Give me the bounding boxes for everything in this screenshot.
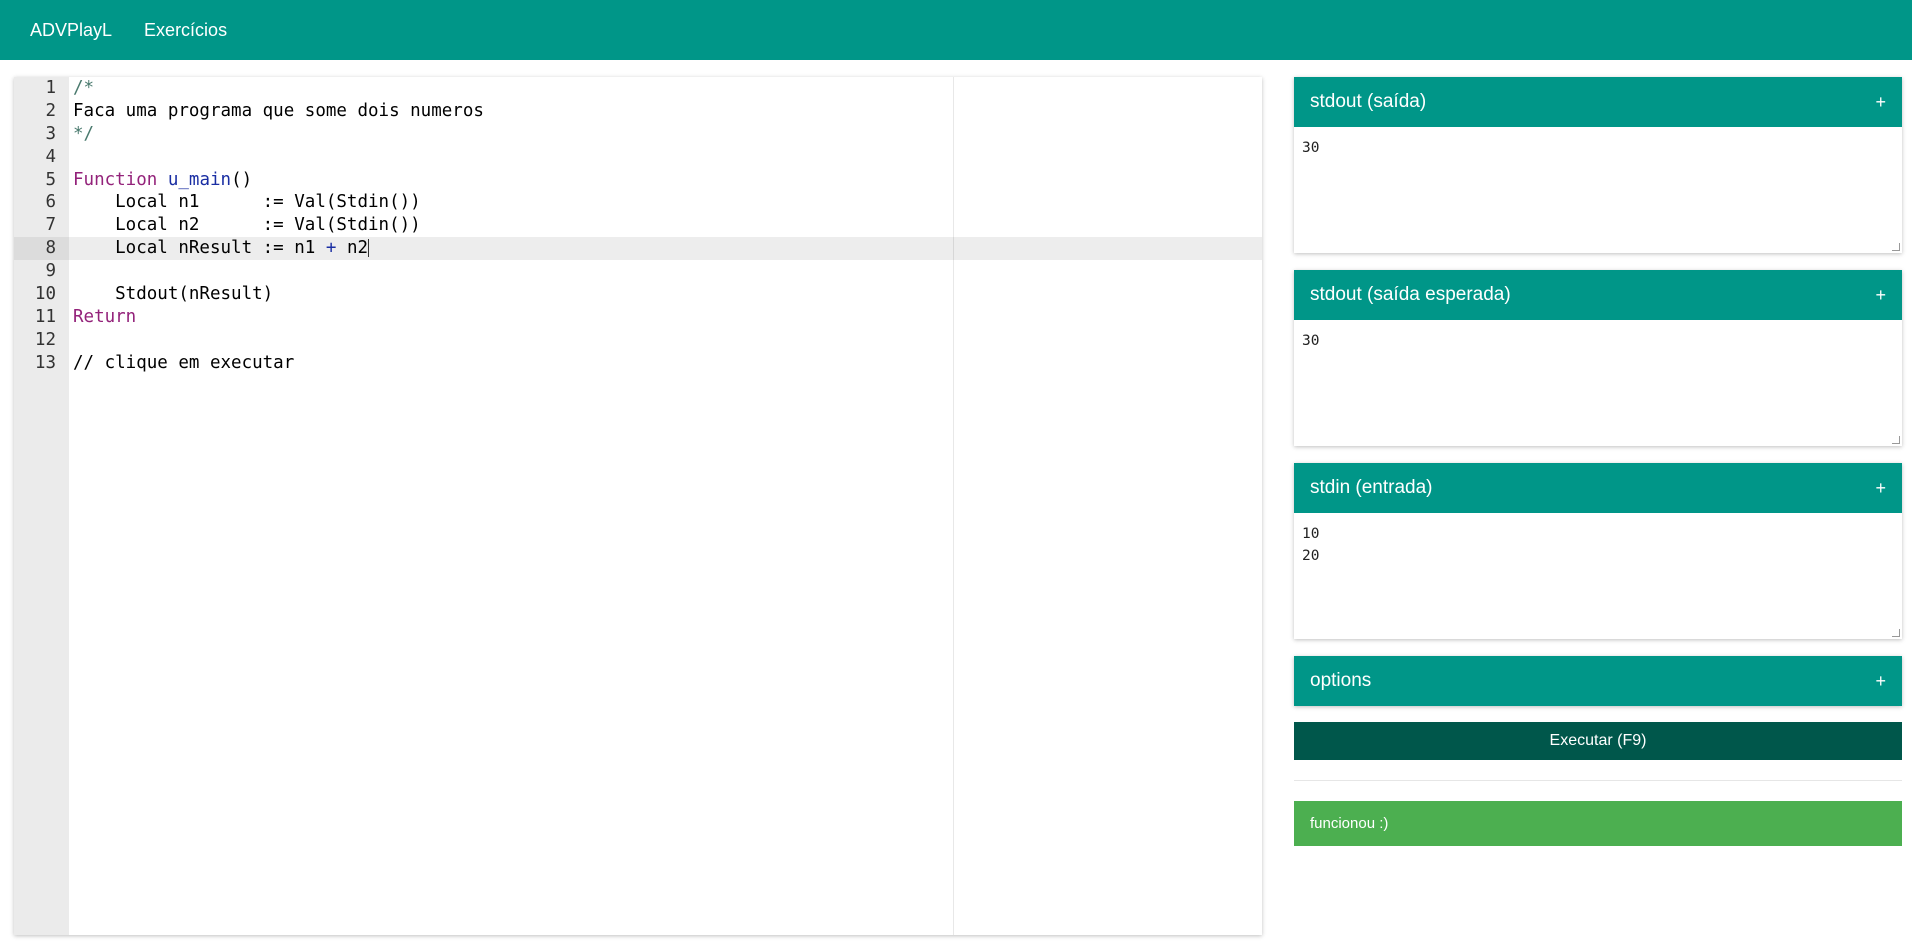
line-number: 13 bbox=[34, 352, 56, 373]
code-text[interactable]: */ bbox=[73, 123, 94, 146]
code-token: Local n2 := Val(Stdin()) bbox=[73, 215, 421, 236]
stdout-panel: stdout (saída) + 30 bbox=[1294, 77, 1902, 253]
resize-grip-icon[interactable] bbox=[1892, 436, 1900, 444]
nav-brand-link[interactable]: ADVPlayL bbox=[30, 20, 112, 41]
code-line[interactable]: 4 bbox=[14, 146, 1262, 169]
line-number: 1 bbox=[45, 78, 56, 98]
code-text[interactable]: Return bbox=[73, 306, 136, 329]
stdout-panel-header[interactable]: stdout (saída) + bbox=[1294, 77, 1902, 127]
code-line[interactable]: 1 /* bbox=[14, 77, 1262, 100]
divider bbox=[1294, 780, 1902, 781]
line-number: 2 bbox=[45, 100, 56, 121]
code-text[interactable]: Function u_main() bbox=[73, 169, 252, 192]
code-token: + bbox=[325, 238, 337, 259]
code-token: () bbox=[231, 169, 253, 190]
code-token: u_main bbox=[167, 169, 232, 190]
code-token: Local n1 := Val(Stdin()) bbox=[73, 192, 421, 213]
expand-plus-icon[interactable]: + bbox=[1875, 671, 1886, 692]
text-cursor bbox=[368, 239, 370, 258]
run-button[interactable]: Executar (F9) bbox=[1294, 722, 1902, 760]
top-navbar: ADVPlayL Exercícios bbox=[0, 0, 1912, 60]
code-line[interactable]: 7 Local n2 := Val(Stdin()) bbox=[14, 214, 1262, 237]
side-panel: stdout (saída) + 30 stdout (saída espera… bbox=[1294, 77, 1902, 846]
code-token: Faca uma programa que some dois numeros bbox=[73, 100, 484, 121]
code-token: Function bbox=[73, 169, 158, 190]
code-text[interactable]: Local n1 := Val(Stdin()) bbox=[73, 191, 421, 214]
line-number: 12 bbox=[34, 329, 56, 350]
code-token: Stdout(nResult) bbox=[73, 284, 274, 305]
stdin-panel-title: stdin (entrada) bbox=[1310, 477, 1433, 498]
expand-plus-icon[interactable]: + bbox=[1875, 92, 1886, 113]
expected-stdout-panel: stdout (saída esperada) + 30 bbox=[1294, 270, 1902, 446]
line-number: 10 bbox=[34, 284, 56, 305]
resize-grip-icon[interactable] bbox=[1892, 629, 1900, 637]
line-number: 8 bbox=[14, 237, 69, 261]
code-line[interactable]: 8 Local nResult := n1 + n2 bbox=[14, 237, 1262, 261]
line-number: 6 bbox=[45, 192, 56, 213]
code-editor[interactable]: 1 /* 2 Faca uma programa que some dois nume… bbox=[14, 77, 1262, 935]
code-line[interactable]: 2 Faca uma programa que some dois numeros bbox=[14, 100, 1262, 123]
line-number: 9 bbox=[45, 261, 56, 282]
expected-stdout-textarea[interactable]: 30 bbox=[1294, 320, 1902, 446]
code-token: Return bbox=[73, 306, 137, 327]
code-text[interactable]: /* bbox=[73, 77, 94, 100]
code-token: */ bbox=[73, 123, 95, 144]
line-number: 3 bbox=[45, 123, 56, 144]
stdin-panel-header[interactable]: stdin (entrada) + bbox=[1294, 463, 1902, 513]
expand-plus-icon[interactable]: + bbox=[1875, 478, 1886, 499]
code-token: // clique em executar bbox=[73, 352, 295, 373]
stdout-textarea[interactable]: 30 bbox=[1294, 127, 1902, 253]
code-token: /* bbox=[73, 78, 95, 98]
code-line[interactable]: 3 */ bbox=[14, 123, 1262, 146]
code-line[interactable]: 12 bbox=[14, 329, 1262, 352]
code-text[interactable]: Stdout(nResult) bbox=[73, 283, 273, 306]
status-message: funcionou :) bbox=[1294, 801, 1902, 846]
line-number: 11 bbox=[34, 306, 56, 327]
line-number: 7 bbox=[45, 215, 56, 236]
code-text[interactable]: // clique em executar bbox=[73, 352, 294, 375]
options-panel-title: options bbox=[1310, 670, 1372, 691]
resize-grip-icon[interactable] bbox=[1892, 243, 1900, 251]
options-panel-header[interactable]: options + bbox=[1294, 656, 1902, 706]
code-line[interactable]: 11 Return bbox=[14, 306, 1262, 329]
nav-exercises-link[interactable]: Exercícios bbox=[144, 20, 227, 41]
line-number: 5 bbox=[45, 169, 56, 190]
status-text: funcionou :) bbox=[1310, 815, 1389, 832]
code-line[interactable]: 9 bbox=[14, 260, 1262, 283]
code-text[interactable]: Local n2 := Val(Stdin()) bbox=[73, 214, 421, 237]
expected-stdout-panel-header[interactable]: stdout (saída esperada) + bbox=[1294, 270, 1902, 320]
code-text[interactable]: Local nResult := n1 + n2 bbox=[73, 237, 370, 260]
stdin-textarea[interactable]: 10 20 bbox=[1294, 513, 1902, 639]
stdin-panel: stdin (entrada) + 10 20 bbox=[1294, 463, 1902, 639]
expected-stdout-panel-title: stdout (saída esperada) bbox=[1310, 284, 1511, 305]
line-number: 4 bbox=[45, 146, 56, 167]
code-text[interactable]: Faca uma programa que some dois numeros bbox=[73, 100, 484, 123]
code-line[interactable]: 13 // clique em executar bbox=[14, 352, 1262, 375]
stdout-panel-title: stdout (saída) bbox=[1310, 91, 1427, 112]
code-token: n2 bbox=[336, 238, 369, 259]
code-line[interactable]: 5 Function u_main() bbox=[14, 169, 1262, 192]
code-lines[interactable]: 1 /* 2 Faca uma programa que some dois nume… bbox=[14, 77, 1262, 375]
expand-plus-icon[interactable]: + bbox=[1875, 285, 1886, 306]
code-token: Local nResult := n1 bbox=[73, 238, 326, 259]
options-panel: options + bbox=[1294, 656, 1902, 706]
code-line[interactable]: 6 Local n1 := Val(Stdin()) bbox=[14, 191, 1262, 214]
code-line[interactable]: 10 Stdout(nResult) bbox=[14, 283, 1262, 306]
